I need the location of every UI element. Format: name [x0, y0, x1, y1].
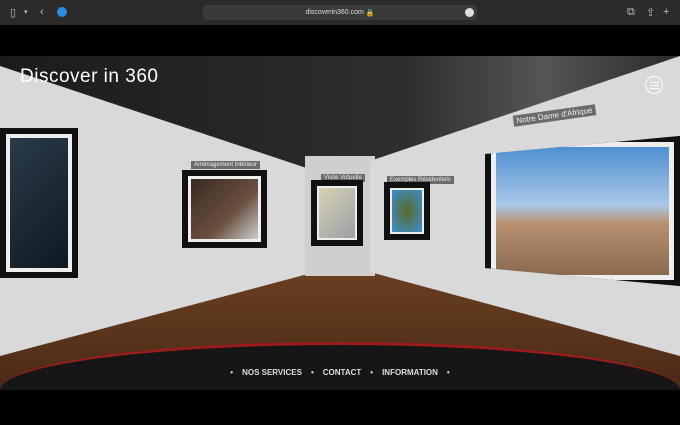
virtual-gallery-view[interactable]: Aménagement Intérieur Visite Virtuelle E… — [0, 56, 680, 390]
gallery-frame-amenagement[interactable] — [182, 170, 267, 248]
nav-separator: • — [370, 368, 374, 377]
gallery-frame-exemples[interactable] — [384, 182, 430, 240]
bottom-nav: • NOS SERVICES • CONTACT • INFORMATION • — [0, 355, 680, 390]
nav-separator: • — [310, 368, 314, 377]
browser-toolbar: ▯ ▾ ‹ discoverin360.com 🔒 ⧉ ⇪ + — [0, 0, 680, 25]
nav-contact[interactable]: CONTACT — [323, 368, 362, 377]
reader-icon[interactable] — [465, 8, 474, 17]
gallery-frame-left[interactable] — [0, 128, 78, 278]
nav-separator: • — [230, 368, 234, 377]
back-icon[interactable]: ‹ — [40, 6, 44, 18]
address-bar[interactable]: discoverin360.com 🔒 — [203, 5, 477, 20]
new-tab-icon[interactable]: + — [663, 6, 669, 18]
nav-information[interactable]: INFORMATION — [382, 368, 438, 377]
url-text: discoverin360.com — [305, 9, 364, 16]
logo-text: Discover in 360 — [20, 66, 159, 87]
gallery-frame-notre-dame[interactable] — [485, 136, 680, 286]
share-icon[interactable]: ⇪ — [646, 6, 655, 19]
extension-icon[interactable] — [57, 7, 67, 17]
lock-icon: 🔒 — [365, 9, 375, 17]
sidebar-toggle-icon[interactable]: ▯ — [10, 6, 16, 19]
nav-nos-services[interactable]: NOS SERVICES — [242, 368, 302, 377]
tabs-icon[interactable]: ⧉ — [627, 6, 635, 19]
chevron-down-icon[interactable]: ▾ — [24, 8, 28, 16]
nav-separator: • — [446, 368, 450, 377]
gallery-frame-visite[interactable] — [311, 180, 363, 246]
frame-label: Aménagement Intérieur — [191, 161, 260, 169]
hamburger-menu-button[interactable] — [645, 76, 663, 94]
site-logo[interactable]: Discover in 360 — [20, 66, 158, 88]
